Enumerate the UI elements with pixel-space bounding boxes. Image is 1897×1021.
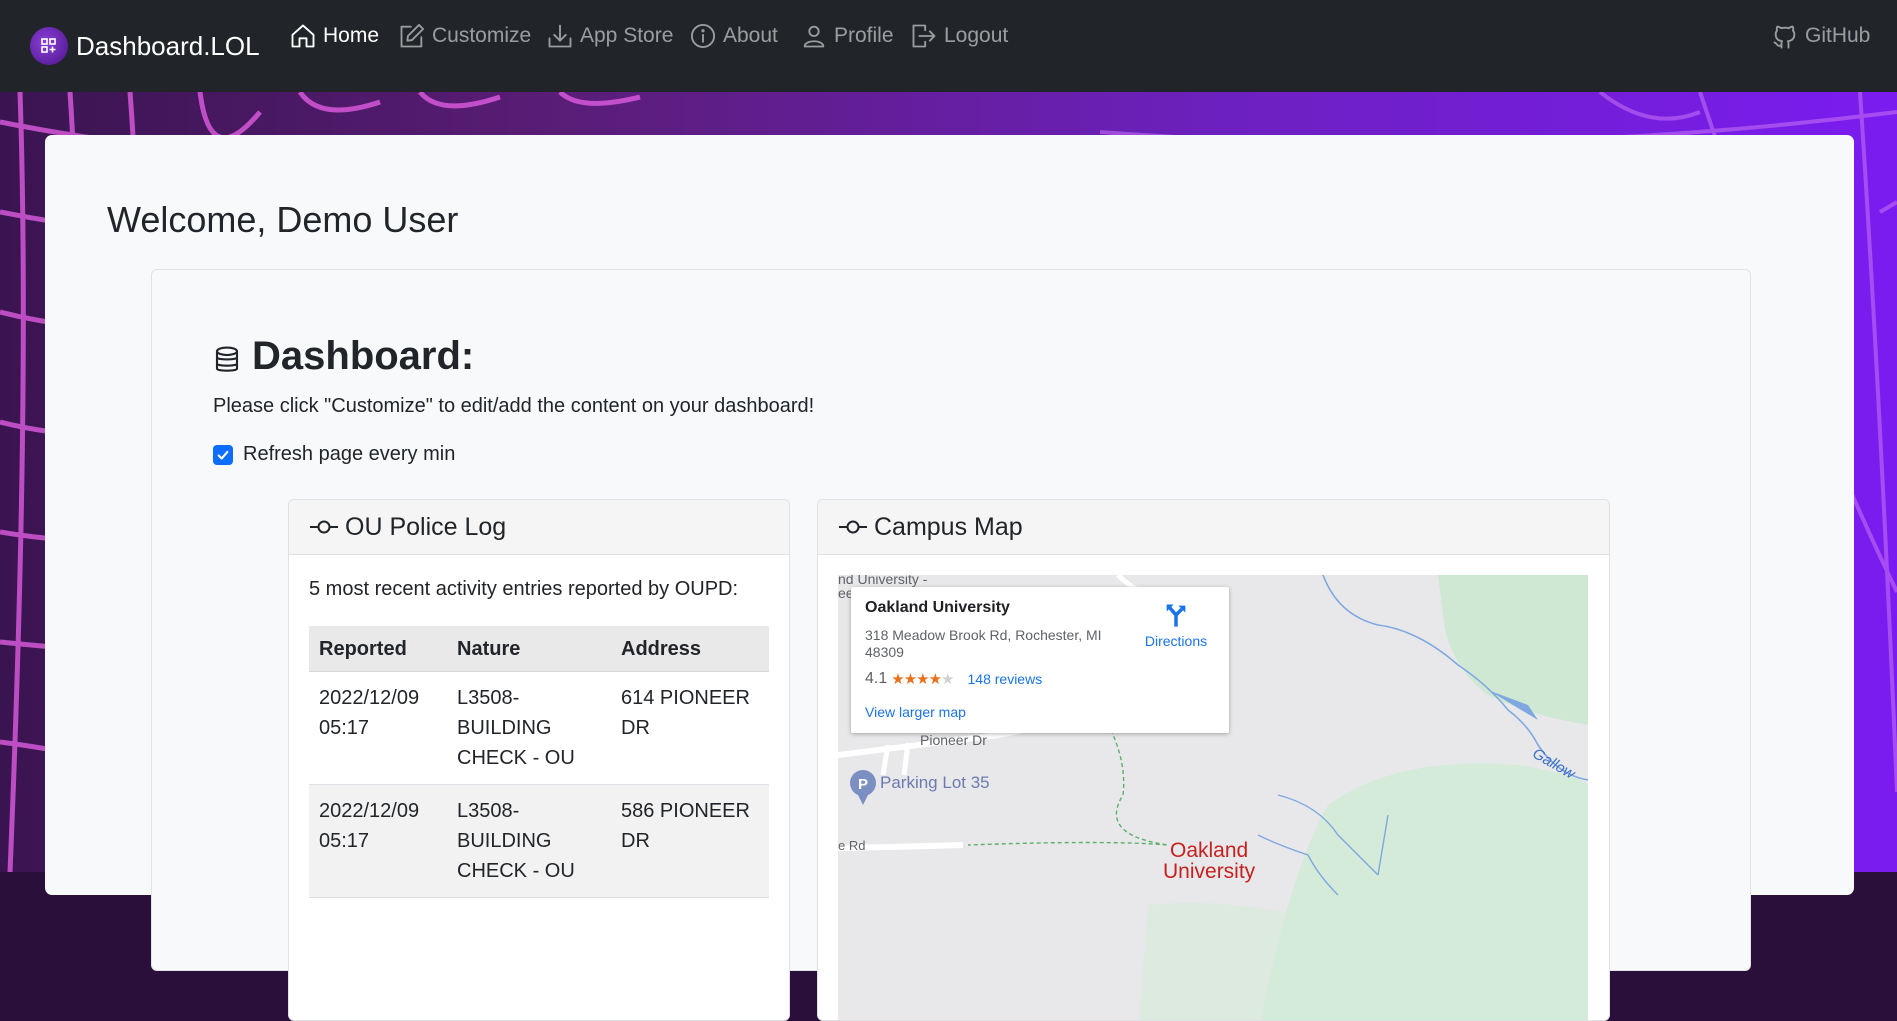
cell-nature: L3508-BUILDING CHECK - OU	[447, 671, 611, 785]
brand-link[interactable]: Dashboard.LOL	[30, 26, 260, 66]
place-address: 318 Meadow Brook Rd, Rochester, MI 48309	[865, 627, 1102, 660]
dashboard-title: Dashboard:	[212, 334, 474, 379]
nav-profile[interactable]: Profile	[800, 20, 894, 52]
widget-handle-icon	[839, 520, 867, 534]
rating-stars-filled: ★★★★	[891, 671, 942, 688]
map-label-university: University	[1163, 860, 1256, 883]
dashboard-description: Please click "Customize" to edit/add the…	[213, 395, 815, 417]
column-header-nature: Nature	[447, 626, 611, 672]
campus-map-widget: Campus Map P nd University - ee Pioneer …	[817, 499, 1610, 1021]
nav-customize-label: Customize	[432, 24, 532, 47]
brand-name: Dashboard.LOL	[76, 30, 260, 61]
map-label-road: e Rd	[838, 838, 866, 853]
nav-home[interactable]: Home	[289, 20, 379, 52]
nav-home-label: Home	[323, 24, 380, 47]
reviews-link[interactable]: 148 reviews	[968, 671, 1043, 687]
home-icon	[291, 24, 315, 48]
app-logo-icon	[30, 27, 68, 65]
checkbox-checked-icon[interactable]	[213, 444, 233, 465]
nav-customize[interactable]: Customize	[398, 20, 531, 52]
refresh-checkbox[interactable]: Refresh page every min	[213, 443, 455, 466]
rating-star-empty: ★	[941, 671, 954, 688]
map-label-pioneer-dr: Pioneer Dr	[920, 732, 987, 748]
widget-handle-icon	[310, 520, 338, 534]
table-row: 2022/12/09 05:17 L3508-BUILDING CHECK - …	[309, 784, 769, 898]
map-label-parking-lot: Parking Lot 35	[880, 773, 990, 792]
nav-github-label: GitHub	[1805, 24, 1871, 47]
nav-about[interactable]: About	[689, 20, 778, 52]
embedded-map[interactable]: P nd University - ee Pioneer Dr Parking …	[838, 575, 1588, 1020]
nav-app-store-label: App Store	[580, 24, 674, 47]
nav-profile-label: Profile	[834, 24, 894, 47]
column-header-address: Address	[611, 626, 769, 672]
rating-stars-icon: ★★★★★	[891, 670, 954, 688]
nav-logout-label: Logout	[944, 24, 1009, 47]
directions-label: Directions	[1144, 633, 1208, 649]
pencil-square-icon	[400, 23, 425, 48]
nav-app-store[interactable]: App Store	[546, 20, 673, 52]
cell-nature: L3508-BUILDING CHECK - OU	[447, 784, 611, 898]
cell-address: 586 PIONEER DR	[611, 784, 769, 898]
nav-github[interactable]: GitHub	[1771, 20, 1870, 52]
github-icon	[1773, 25, 1796, 49]
police-log-lead: 5 most recent activity entries reported …	[309, 578, 739, 600]
dashboard-title-text: Dashboard:	[252, 334, 475, 378]
directions-button[interactable]: Directions	[1136, 601, 1216, 649]
welcome-heading: Welcome, Demo User	[107, 199, 459, 240]
cell-reported: 2022/12/09 05:17	[309, 671, 447, 785]
directions-icon	[1166, 604, 1186, 627]
cell-reported: 2022/12/09 05:17	[309, 784, 447, 898]
campus-map-title: Campus Map	[874, 512, 1023, 541]
place-name: Oakland University	[865, 599, 1010, 616]
database-icon	[215, 345, 239, 372]
police-log-title: OU Police Log	[345, 512, 507, 541]
refresh-label: Refresh page every min	[243, 443, 456, 465]
dashboard-card: Dashboard: Please click "Customize" to e…	[151, 269, 1751, 1021]
top-navbar: Dashboard.LOL Home Customize App Store A…	[0, 0, 1897, 92]
box-arrow-right-icon	[912, 24, 936, 48]
police-log-header: OU Police Log	[289, 500, 789, 555]
person-icon	[803, 25, 825, 48]
police-log-widget: OU Police Log 5 most recent activity ent…	[288, 499, 790, 1021]
main-container: Welcome, Demo User Dashboard: Please cli…	[45, 135, 1854, 1021]
nav-about-label: About	[723, 24, 778, 47]
campus-map-header: Campus Map	[818, 500, 1609, 555]
table-header-row: Reported Nature Address	[309, 626, 769, 672]
police-log-table: Reported Nature Address 2022/12/09 05:17…	[309, 626, 769, 898]
table-row: 2022/12/09 05:17 L3508-BUILDING CHECK - …	[309, 671, 769, 785]
view-larger-map-link[interactable]: View larger map	[865, 704, 966, 720]
info-circle-icon	[690, 23, 716, 49]
rating-value: 4.1	[865, 670, 888, 687]
download-icon	[548, 24, 572, 48]
cell-address: 614 PIONEER DR	[611, 671, 769, 785]
svg-text:P: P	[858, 776, 868, 793]
map-info-card: Oakland University 318 Meadow Brook Rd, …	[851, 587, 1229, 733]
nav-logout[interactable]: Logout	[910, 20, 1008, 52]
place-rating: 4.1 ★★★★★ 148 reviews	[865, 670, 1042, 688]
column-header-reported: Reported	[309, 626, 447, 672]
